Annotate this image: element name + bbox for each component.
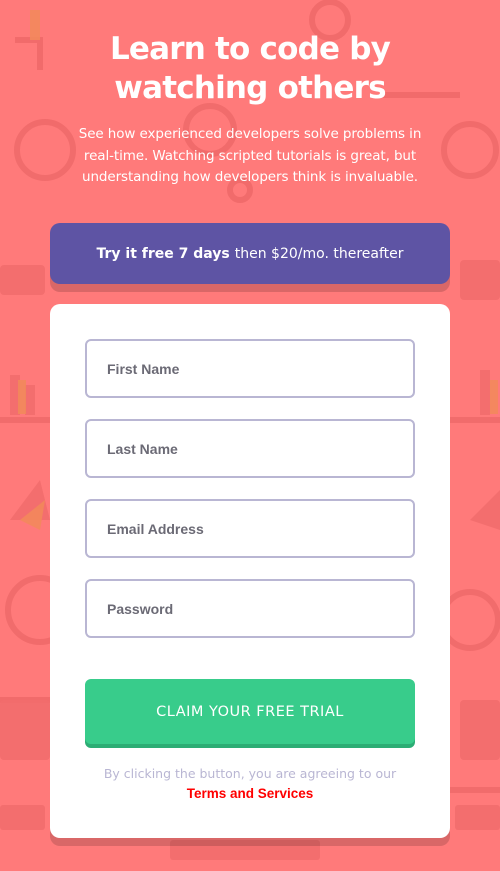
page-content: Learn to code by watching others See how… (0, 0, 500, 871)
first-name-field[interactable] (85, 339, 415, 398)
free-trial-banner: Try it free 7 days then $20/mo. thereaft… (50, 223, 450, 284)
hero-description: See how experienced developers solve pro… (55, 124, 445, 189)
email-field[interactable] (85, 499, 415, 558)
signup-form: CLAIM YOUR FREE TRIAL By clicking the bu… (50, 304, 450, 838)
last-name-field[interactable] (85, 419, 415, 478)
terms-notice-text: By clicking the button, you are agreeing… (103, 766, 397, 781)
hero-description-line-2: real-time. Watching scripted tutorials i… (83, 147, 417, 164)
hero-title-line-1: Learn to code by (109, 31, 391, 67)
hero-description-line-3: understanding how developers think is in… (81, 169, 418, 185)
hero-title: Learn to code by watching others (0, 30, 500, 108)
terms-notice: By clicking the button, you are agreeing… (85, 764, 415, 804)
free-trial-price-text: then $20/mo. thereafter (234, 245, 404, 262)
password-field[interactable] (85, 579, 415, 638)
claim-free-trial-button[interactable]: CLAIM YOUR FREE TRIAL (85, 679, 415, 744)
hero-description-line-1: See how experienced developers solve pro… (78, 126, 422, 142)
terms-and-services-link[interactable]: Terms and Services (187, 784, 314, 804)
free-trial-bold-text: Try it free 7 days (96, 245, 230, 262)
hero-title-line-2: watching others (114, 70, 386, 106)
